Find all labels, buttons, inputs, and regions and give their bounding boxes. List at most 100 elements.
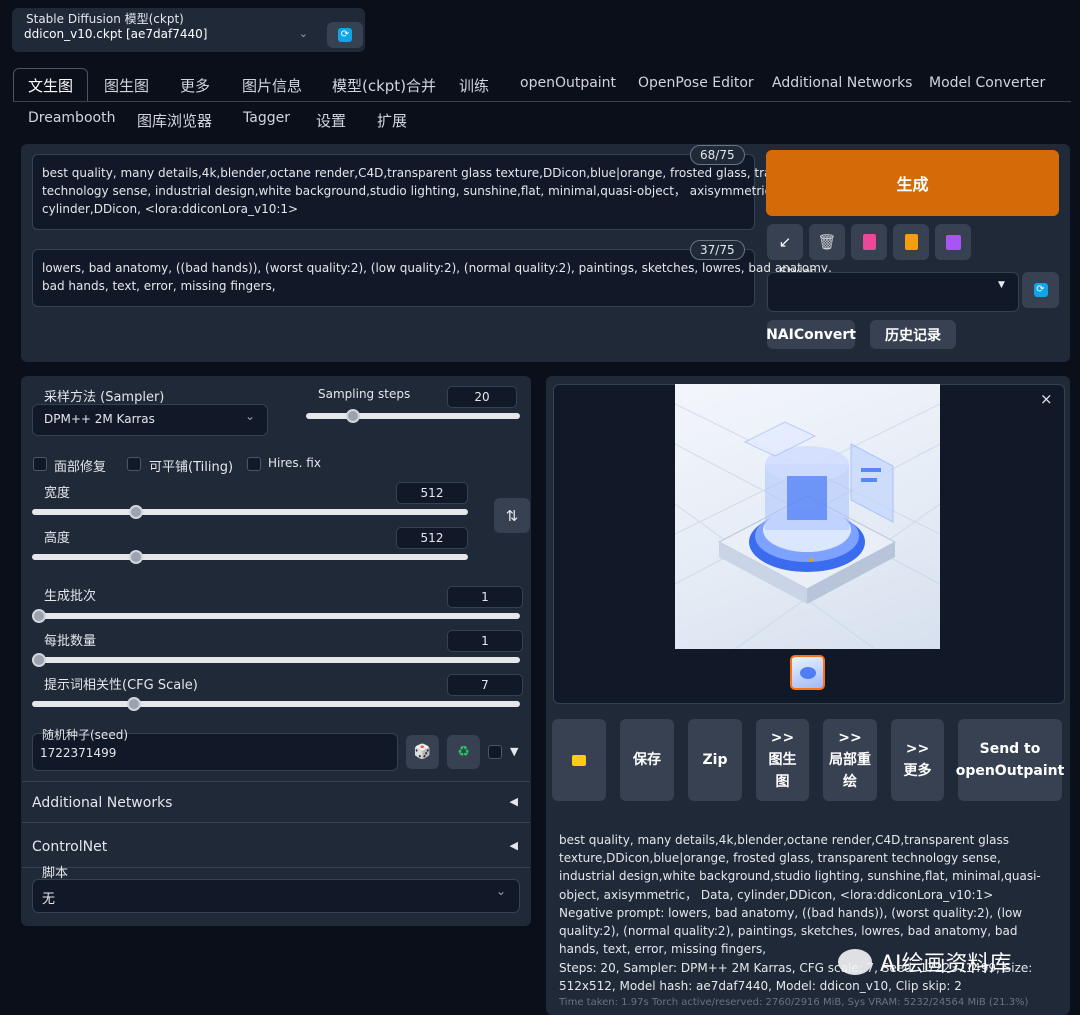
model-dropdown[interactable]: ddicon_v10.ckpt [ae7daf7440] ⌄ [16, 24, 316, 48]
random-seed-button[interactable]: 🎲 [406, 735, 439, 769]
additional-networks-accordion[interactable]: Additional Networks ◀ [22, 781, 530, 823]
folder-icon [572, 754, 586, 766]
watermark-text: AI绘画资料库 [880, 952, 1012, 977]
save-button[interactable]: 保存 [620, 719, 674, 801]
apply-style-button[interactable] [893, 224, 929, 260]
save-style-button[interactable] [935, 224, 971, 260]
zip-button[interactable]: Zip [688, 719, 742, 801]
sampling-steps-slider[interactable] [306, 413, 520, 419]
cfg-scale-input[interactable]: 7 [447, 674, 523, 696]
tab-extras[interactable]: 更多 [180, 75, 210, 96]
naiconvert-button[interactable]: NAIConvert [766, 320, 856, 349]
batch-size-slider[interactable] [32, 657, 520, 663]
tab-model-converter[interactable]: Model Converter [929, 75, 1045, 91]
styles-dropdown[interactable] [767, 272, 1019, 312]
generate-button[interactable]: 生成 [766, 150, 1059, 216]
width-slider-thumb[interactable] [129, 505, 144, 519]
tab-image-browser[interactable]: 图库浏览器 [137, 110, 212, 131]
width-slider[interactable] [32, 509, 468, 515]
tab-openpose-editor[interactable]: OpenPose Editor [638, 75, 754, 91]
tiling-checkbox[interactable] [127, 457, 141, 471]
negative-prompt-token-counter: 37/75 [690, 240, 745, 260]
batch-count-input[interactable]: 1 [447, 586, 523, 608]
seed-label: 随机种子(seed) [42, 728, 128, 742]
cfg-scale-slider[interactable] [32, 701, 520, 707]
collapse-arrow-icon: ◀ [509, 795, 518, 808]
face-restore-checkbox[interactable] [33, 457, 47, 471]
script-dropdown[interactable] [32, 879, 520, 913]
tab-additional-networks[interactable]: Additional Networks [772, 75, 912, 91]
history-button[interactable]: 历史记录 [870, 320, 956, 349]
caret-down-icon: ▼ [998, 280, 1005, 290]
controlnet-label: ControlNet [32, 839, 108, 855]
controlnet-accordion[interactable]: ControlNet ◀ [22, 826, 530, 868]
sampler-value: DPM++ 2M Karras [44, 412, 155, 426]
batch-size-input[interactable]: 1 [447, 630, 523, 652]
batch-count-label: 生成批次 [44, 589, 97, 604]
width-input[interactable]: 512 [396, 482, 468, 504]
show-extra-networks-button[interactable] [851, 224, 887, 260]
batch-size-label: 每批数量 [44, 634, 97, 649]
height-label: 高度 [44, 531, 71, 546]
refresh-styles-button[interactable]: ⟳ [1022, 272, 1059, 308]
thumbnail[interactable] [790, 655, 825, 690]
swap-dimensions-button[interactable]: ⇅ [494, 498, 530, 533]
arrow-down-left-icon: ↙ [778, 233, 792, 251]
tab-openoutpaint[interactable]: openOutpaint [520, 75, 616, 91]
batch-size-slider-thumb[interactable] [32, 653, 46, 667]
script-value: 无 [42, 892, 56, 907]
batch-count-slider[interactable] [32, 613, 520, 619]
reuse-seed-button[interactable]: ♻ [447, 735, 480, 769]
generation-time-info: Time taken: 1.97s Torch active/reserved:… [559, 997, 1029, 1008]
card-icon [862, 234, 876, 250]
send-to-img2img-button[interactable]: >> 图生图 [756, 719, 809, 801]
height-input[interactable]: 512 [396, 527, 468, 549]
prompt-line-1: best quality, many details,4k,blender,oc… [42, 166, 825, 180]
negative-prompt-line-1: lowers, bad anatomy, ((bad hands)), (wor… [42, 261, 832, 275]
sampler-label: 采样方法 (Sampler) [44, 390, 165, 405]
recycle-icon: ♻ [457, 744, 470, 760]
tab-dreambooth[interactable]: Dreambooth [28, 110, 115, 126]
send-to-openoutpaint-button[interactable]: Send to openOutpaint [956, 719, 1064, 801]
open-folder-button[interactable] [552, 719, 606, 801]
hires-fix-label: Hires. fix [268, 456, 321, 470]
send-to-extras-button[interactable]: >> 更多 [891, 719, 944, 801]
tab-png-info[interactable]: 图片信息 [242, 75, 302, 96]
generated-image[interactable] [675, 384, 940, 649]
height-slider-thumb[interactable] [129, 550, 144, 564]
tab-settings[interactable]: 设置 [316, 110, 346, 131]
extra-seed-toggle-icon[interactable]: ▼ [510, 745, 518, 758]
sampling-steps-label: Sampling steps [318, 387, 411, 401]
cfg-scale-label: 提示词相关性(CFG Scale) [44, 678, 198, 693]
collapse-arrow-icon: ◀ [509, 839, 518, 852]
height-slider[interactable] [32, 554, 468, 560]
tab-extensions[interactable]: 扩展 [377, 110, 407, 131]
tab-txt2img[interactable]: 文生图 [28, 75, 73, 96]
clipboard-icon [904, 234, 918, 250]
tab-checkpoint-merger[interactable]: 模型(ckpt)合并 [332, 75, 436, 96]
batch-count-slider-thumb[interactable] [32, 609, 46, 623]
send-to-inpaint-button[interactable]: >> 局部重绘 [823, 719, 877, 801]
chevron-down-icon: ⌄ [496, 884, 507, 898]
tab-img2img[interactable]: 图生图 [104, 75, 149, 96]
sampling-steps-input[interactable]: 20 [447, 386, 517, 408]
seed-value: 1722371499 [40, 746, 117, 760]
swap-arrows-icon: ⇅ [505, 506, 519, 525]
hires-fix-checkbox[interactable] [247, 457, 261, 471]
steps-slider-thumb[interactable] [346, 409, 360, 423]
close-icon[interactable]: × [1040, 390, 1053, 408]
width-label: 宽度 [44, 486, 71, 501]
trash-icon: 🗑 [817, 233, 837, 251]
clear-prompt-button[interactable]: 🗑 [809, 224, 845, 260]
paste-params-button[interactable]: ↙ [767, 224, 803, 260]
refresh-model-button[interactable]: ⟳ [327, 22, 363, 48]
extra-seed-checkbox[interactable] [488, 745, 502, 759]
negative-prompt-line-2: bad hands, text, error, missing fingers, [42, 279, 276, 293]
prompt-line-2: technology sense, industrial design,whit… [42, 184, 820, 198]
thumbnail-image [800, 667, 816, 679]
tab-tagger[interactable]: Tagger [243, 110, 290, 126]
prompt-line-3: cylinder,DDicon, <lora:ddiconLora_v10:1> [42, 202, 299, 216]
cfg-slider-thumb[interactable] [126, 697, 141, 711]
tab-train[interactable]: 训练 [459, 75, 489, 96]
chevron-down-icon: ⌄ [298, 27, 308, 40]
